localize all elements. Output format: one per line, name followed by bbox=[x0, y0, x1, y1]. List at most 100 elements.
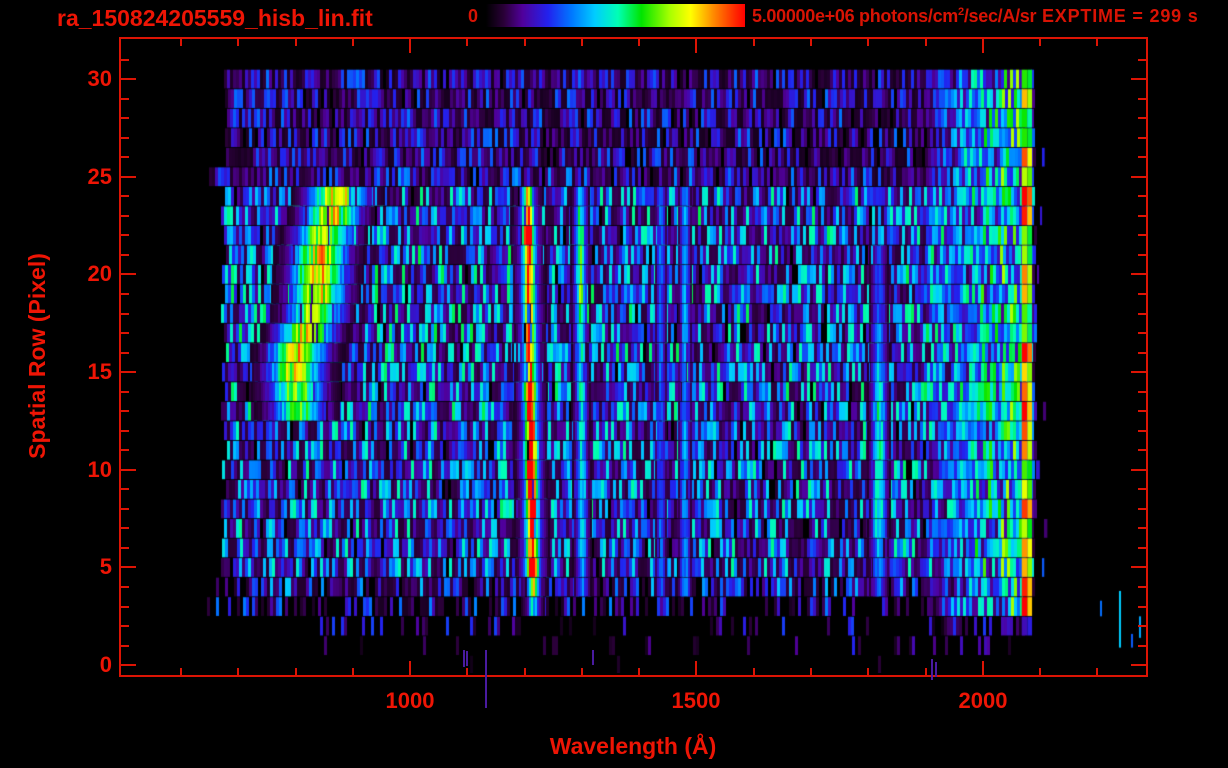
axis-tick bbox=[121, 430, 129, 432]
colorbar-min-label: 0 bbox=[467, 6, 478, 26]
axis-tick bbox=[121, 59, 129, 61]
axis-tick bbox=[1096, 668, 1098, 675]
stray-column bbox=[485, 650, 487, 708]
axis-tick bbox=[121, 586, 129, 588]
axis-tick bbox=[1138, 527, 1146, 529]
axis-tick bbox=[121, 78, 136, 80]
axis-tick bbox=[1138, 547, 1146, 549]
axis-tick bbox=[121, 332, 129, 334]
axis-tick bbox=[466, 39, 468, 46]
axis-tick bbox=[1138, 137, 1146, 139]
axis-tick bbox=[121, 449, 129, 451]
axis-tick bbox=[1131, 78, 1146, 80]
axis-tick bbox=[295, 668, 297, 675]
stray-column bbox=[935, 662, 937, 677]
axis-tick bbox=[1138, 195, 1146, 197]
axis-tick bbox=[121, 234, 129, 236]
axis-tick bbox=[121, 371, 136, 373]
axis-tick bbox=[810, 39, 812, 46]
y-tick-label: 5 bbox=[99, 554, 112, 579]
axis-tick bbox=[121, 527, 129, 529]
axis-tick bbox=[1138, 254, 1146, 256]
y-axis-title: Spatial Row (Pixel) bbox=[24, 253, 50, 459]
axis-tick bbox=[1039, 39, 1041, 46]
axis-tick bbox=[1138, 59, 1146, 61]
axis-tick bbox=[121, 273, 136, 275]
axis-tick bbox=[1138, 449, 1146, 451]
axis-tick bbox=[1131, 664, 1146, 666]
axis-tick bbox=[121, 195, 129, 197]
axis-tick bbox=[1138, 488, 1146, 490]
axis-tick bbox=[1131, 469, 1146, 471]
axis-tick bbox=[867, 39, 869, 46]
axis-tick bbox=[695, 39, 697, 53]
axis-tick bbox=[121, 606, 129, 608]
stray-column bbox=[592, 650, 594, 665]
axis-tick bbox=[1138, 293, 1146, 295]
axis-tick bbox=[810, 668, 812, 675]
axis-tick bbox=[121, 410, 129, 412]
axis-tick bbox=[1096, 39, 1098, 46]
axis-tick bbox=[121, 664, 136, 666]
axis-tick bbox=[121, 215, 129, 217]
axis-tick bbox=[1138, 234, 1146, 236]
axis-tick bbox=[121, 391, 129, 393]
axis-tick bbox=[121, 488, 129, 490]
axis-tick bbox=[121, 117, 129, 119]
y-tick-label: 30 bbox=[87, 66, 112, 91]
x-tick-label: 2000 bbox=[958, 688, 1008, 713]
axis-tick bbox=[695, 661, 697, 675]
x-tick-label: 1500 bbox=[671, 688, 721, 713]
axis-tick bbox=[524, 668, 526, 675]
axis-tick bbox=[121, 469, 136, 471]
axis-tick bbox=[1138, 391, 1146, 393]
axis-tick bbox=[1138, 156, 1146, 158]
axis-tick bbox=[1138, 430, 1146, 432]
axis-tick bbox=[581, 668, 583, 675]
axis-tick bbox=[237, 39, 239, 46]
axis-tick bbox=[121, 176, 136, 178]
stray-column bbox=[931, 659, 933, 680]
axis-tick bbox=[982, 39, 984, 53]
axis-tick bbox=[121, 547, 129, 549]
axis-tick bbox=[121, 156, 129, 158]
axis-tick bbox=[1138, 508, 1146, 510]
axis-tick bbox=[121, 625, 129, 627]
axis-tick bbox=[925, 668, 927, 675]
axis-tick bbox=[237, 668, 239, 675]
stray-column bbox=[466, 651, 468, 666]
axis-tick bbox=[180, 39, 182, 46]
axis-tick bbox=[1138, 117, 1146, 119]
axis-tick bbox=[409, 661, 411, 675]
axis-tick bbox=[409, 39, 411, 53]
axis-tick bbox=[352, 39, 354, 46]
axis-tick bbox=[638, 39, 640, 46]
axis-tick bbox=[1138, 625, 1146, 627]
axis-tick bbox=[180, 668, 182, 675]
axis-tick bbox=[295, 39, 297, 46]
axis-tick bbox=[1138, 332, 1146, 334]
axis-tick bbox=[1131, 273, 1146, 275]
axis-tick bbox=[1138, 98, 1146, 100]
exptime-label: EXPTIME = 299 s bbox=[1042, 6, 1199, 26]
colorbar-gradient bbox=[486, 4, 745, 27]
y-tick-label: 0 bbox=[99, 652, 112, 677]
x-axis-title: Wavelength (Å) bbox=[549, 733, 717, 759]
axis-tick bbox=[753, 39, 755, 46]
axis-tick bbox=[121, 566, 136, 568]
plot-frame bbox=[119, 37, 1148, 677]
axis-tick bbox=[121, 508, 129, 510]
axis-tick bbox=[1138, 410, 1146, 412]
axis-tick bbox=[581, 39, 583, 46]
axis-tick bbox=[1131, 176, 1146, 178]
axis-tick bbox=[1138, 586, 1146, 588]
x-tick-label: 1000 bbox=[385, 688, 435, 713]
axis-tick bbox=[121, 98, 129, 100]
axis-tick bbox=[1138, 645, 1146, 647]
axis-tick bbox=[1138, 215, 1146, 217]
file-title: ra_150824205559_hisb_lin.fit bbox=[57, 5, 373, 31]
axis-tick bbox=[121, 313, 129, 315]
axis-tick bbox=[982, 661, 984, 675]
axis-tick bbox=[466, 668, 468, 675]
y-tick-label: 25 bbox=[87, 164, 112, 189]
